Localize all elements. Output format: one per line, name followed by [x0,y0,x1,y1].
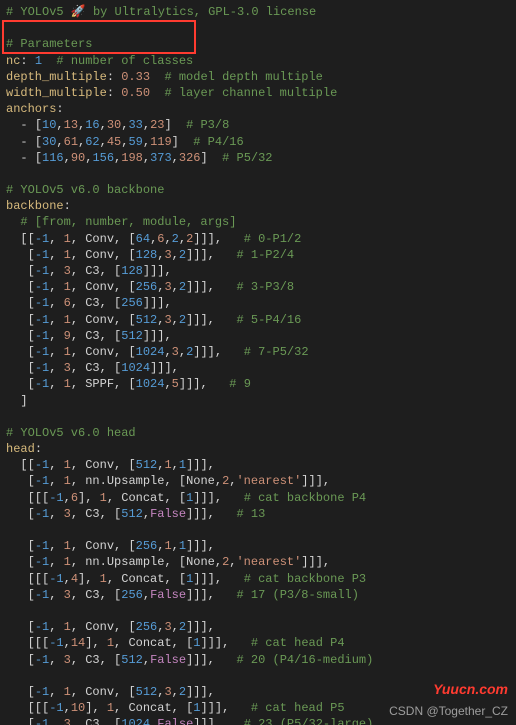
anchor-row: - [30,61,62,45,59,119] # P4/16 [6,134,510,150]
backbone-row: [-1, 3, C3, [128]]], [6,263,510,279]
head-row: [[[-1,14], 1, Concat, [1]]], # cat head … [6,635,510,651]
head-row: [[[-1,4], 1, Concat, [1]]], # cat backbo… [6,571,510,587]
backbone-row: [-1, 1, Conv, [512,3,2]]], # 5-P4/16 [6,312,510,328]
backbone-row: [-1, 1, Conv, [1024,3,2]]], # 7-P5/32 [6,344,510,360]
backbone-row: [[-1, 1, Conv, [64,6,2,2]]], # 0-P1/2 [6,231,510,247]
head-row: [-1, 1, Conv, [256,1,1]]], [6,538,510,554]
backbone-row: [-1, 1, Conv, [256,3,2]]], # 3-P3/8 [6,279,510,295]
head-row: [-1, 3, C3, [512,False]]], # 20 (P4/16-m… [6,652,510,668]
watermark-csdn: CSDN @Together_CZ [389,703,508,719]
params-header: # Parameters [6,36,510,52]
backbone-row: [-1, 9, C3, [512]]], [6,328,510,344]
code-block: # YOLOv5 🚀 by Ultralytics, GPL-3.0 licen… [0,0,516,725]
backbone-row: [-1, 3, C3, [1024]]], [6,360,510,376]
head-row: [[[-1,6], 1, Concat, [1]]], # cat backbo… [6,490,510,506]
anchor-row: - [10,13,16,30,33,23] # P3/8 [6,117,510,133]
backbone-key: backbone: [6,198,510,214]
nc-line: nc: 1 # number of classes [6,53,510,69]
backbone-row: [-1, 6, C3, [256]]], [6,295,510,311]
backbone-header: # YOLOv5 v6.0 backbone [6,182,510,198]
head-row: [-1, 1, nn.Upsample, [None,2,'nearest']]… [6,554,510,570]
width-multiple-line: width_multiple: 0.50 # layer channel mul… [6,85,510,101]
head-row: [-1, 1, nn.Upsample, [None,2,'nearest']]… [6,473,510,489]
backbone-args-comment: # [from, number, module, args] [6,214,510,230]
depth-multiple-line: depth_multiple: 0.33 # model depth multi… [6,69,510,85]
anchor-row: - [116,90,156,198,373,326] # P5/32 [6,150,510,166]
top-comment: # YOLOv5 🚀 by Ultralytics, GPL-3.0 licen… [6,4,510,20]
backbone-row: [-1, 1, SPPF, [1024,5]]], # 9 [6,376,510,392]
head-row: [-1, 1, Conv, [256,3,2]]], [6,619,510,635]
head-key: head: [6,441,510,457]
backbone-row: [-1, 1, Conv, [128,3,2]]], # 1-P2/4 [6,247,510,263]
head-row: [-1, 3, C3, [256,False]]], # 17 (P3/8-sm… [6,587,510,603]
watermark-yuucn: Yuucn.com [433,680,508,699]
head-row: [[-1, 1, Conv, [512,1,1]]], [6,457,510,473]
anchors-line: anchors: [6,101,510,117]
head-row: [-1, 3, C3, [512,False]]], # 13 [6,506,510,522]
head-header: # YOLOv5 v6.0 head [6,425,510,441]
